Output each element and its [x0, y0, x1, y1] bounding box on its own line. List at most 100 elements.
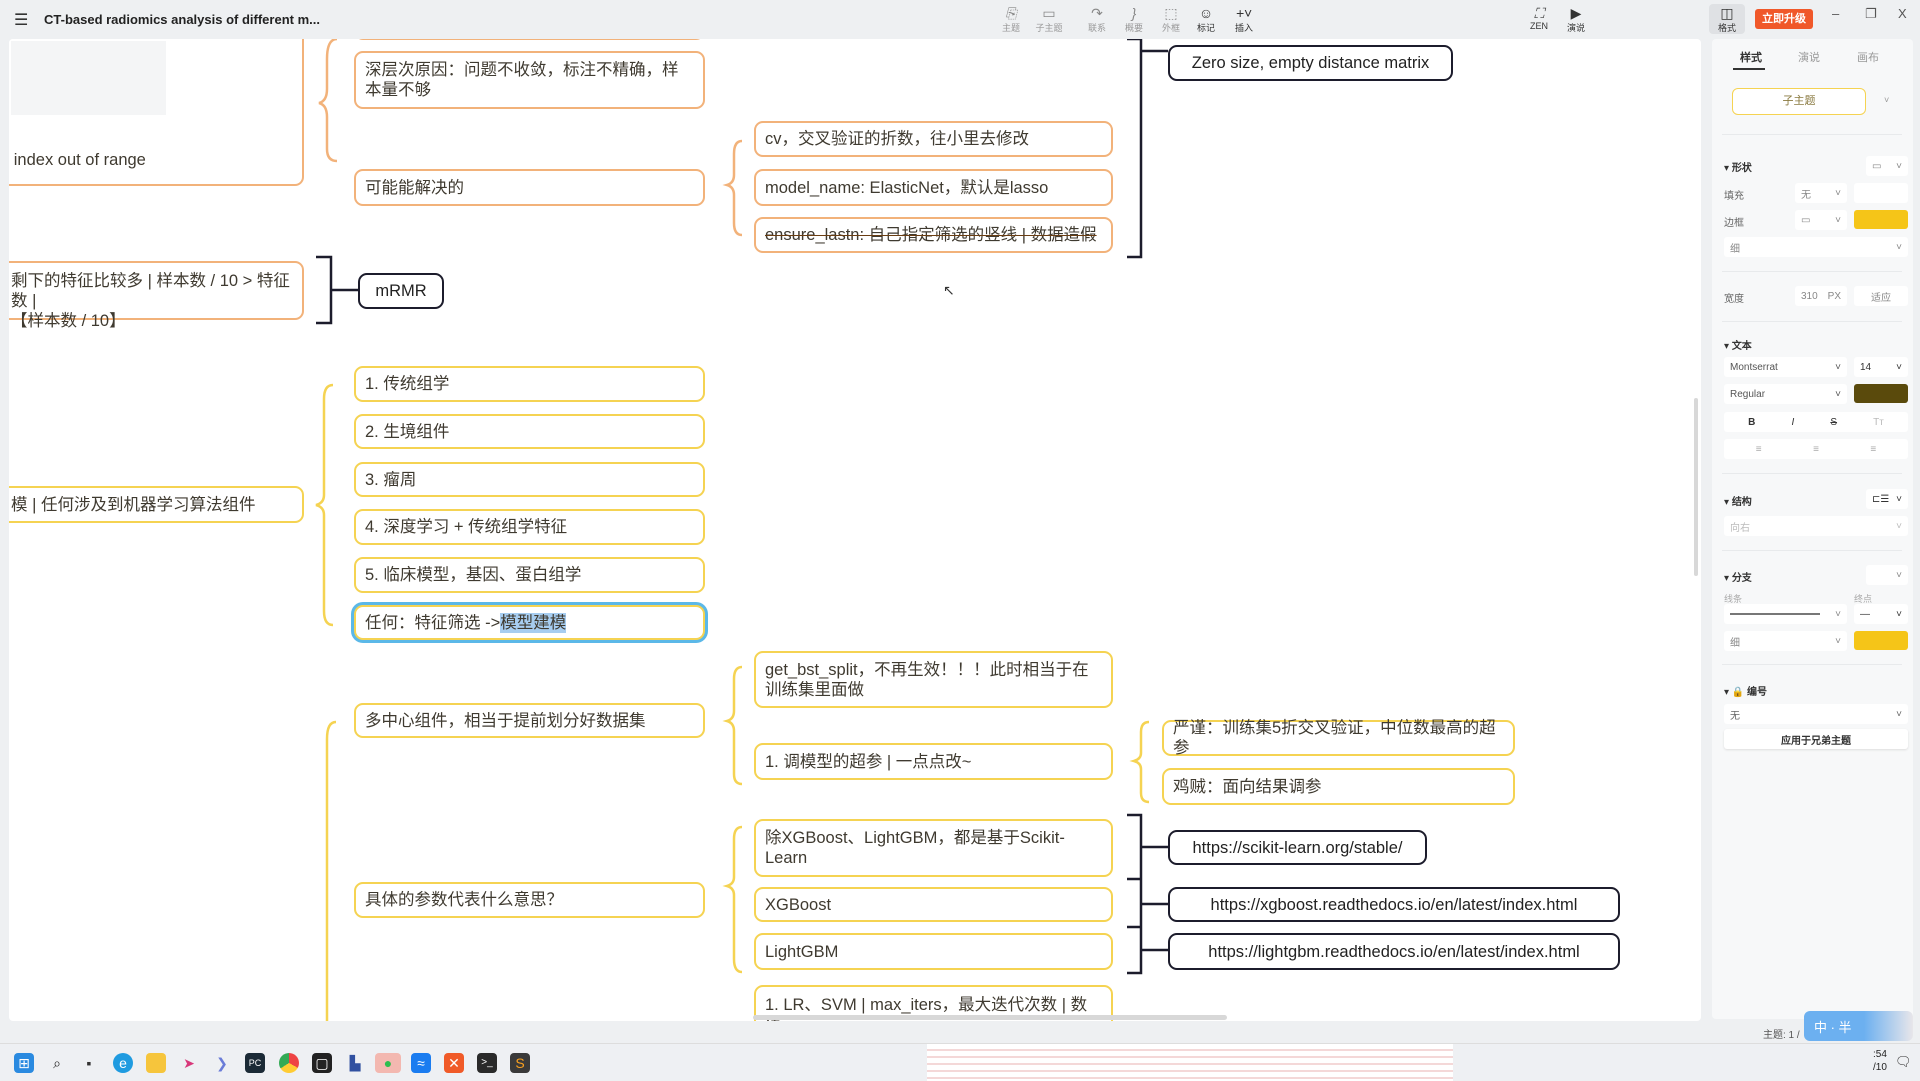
- restore-button[interactable]: ❐: [1865, 6, 1877, 22]
- topic-node-selected[interactable]: 任何：特征筛选 -> 模型建模: [354, 605, 705, 640]
- zen-button[interactable]: ⛶ ZEN: [1521, 6, 1557, 32]
- topic-node-zero-size[interactable]: Zero size, empty distance matrix: [1168, 45, 1453, 81]
- align-left-icon[interactable]: ≡: [1756, 444, 1762, 455]
- toolbar-subtopic-button[interactable]: ▭ 子主题: [1031, 6, 1067, 34]
- link-node-lightgbm[interactable]: https://lightgbm.readthedocs.io/en/lates…: [1168, 933, 1620, 970]
- font-family-select[interactable]: Montserrat ˅: [1724, 357, 1847, 377]
- topic-node-tune[interactable]: 1. 调模型的超参 | 一点点改~: [754, 743, 1113, 780]
- chevron-down-icon[interactable]: ˅: [1884, 95, 1889, 105]
- border-style-select[interactable]: ▭ ˅: [1795, 210, 1847, 230]
- close-button[interactable]: X: [1898, 6, 1907, 21]
- direction-select[interactable]: 向右 ˅: [1724, 516, 1908, 536]
- link-node-xgboost[interactable]: https://xgboost.readthedocs.io/en/latest…: [1168, 887, 1620, 922]
- wechat-icon[interactable]: ●: [375, 1053, 401, 1073]
- topic-node-multicenter[interactable]: 多中心组件，相当于提前划分好数据集: [354, 703, 705, 738]
- lark-icon[interactable]: ≈: [411, 1053, 431, 1073]
- system-clock[interactable]: :54/10: [1873, 1048, 1887, 1074]
- notification-icon[interactable]: 🗨: [1895, 1054, 1912, 1070]
- format-panel-toggle[interactable]: ◫ 格式: [1709, 4, 1745, 34]
- align-center-icon[interactable]: ≡: [1813, 444, 1819, 455]
- branch-thickness-select[interactable]: 细 ˅: [1724, 631, 1847, 651]
- bold-button[interactable]: B: [1748, 417, 1755, 428]
- fill-color-swatch[interactable]: [1854, 183, 1908, 203]
- minimize-button[interactable]: –: [1832, 6, 1839, 21]
- apply-to-siblings-button[interactable]: 应用于兄弟主题: [1724, 729, 1908, 749]
- section-structure[interactable]: ▾ 结构: [1724, 493, 1752, 508]
- tab-style[interactable]: 样式: [1740, 49, 1762, 65]
- section-text[interactable]: ▾ 文本: [1724, 337, 1752, 352]
- pycharm-icon[interactable]: PC: [245, 1053, 265, 1073]
- topic-node-xgboost[interactable]: XGBoost: [754, 887, 1113, 922]
- font-size-select[interactable]: 14 ˅: [1854, 357, 1908, 377]
- topic-node-item-5[interactable]: 5. 临床模型，基因、蛋白组学: [354, 557, 705, 593]
- numbering-select[interactable]: 无 ˅: [1724, 704, 1908, 724]
- tab-canvas[interactable]: 画布: [1857, 49, 1879, 65]
- topic-node-lightgbm[interactable]: LightGBM: [754, 933, 1113, 970]
- ime-widget[interactable]: 中 · 半: [1804, 1011, 1913, 1041]
- font-weight-select[interactable]: Regular ˅: [1724, 384, 1847, 404]
- send-icon[interactable]: ➤: [179, 1053, 199, 1073]
- toolbar-marker-button[interactable]: ☺ 标记: [1188, 6, 1224, 34]
- topic-node-mrmr[interactable]: mRMR: [358, 273, 444, 309]
- topic-style-preview[interactable]: 子主题: [1732, 88, 1866, 115]
- fit-width-button[interactable]: 适应: [1854, 286, 1908, 306]
- line-style-select[interactable]: ˅: [1724, 604, 1847, 624]
- border-color-swatch[interactable]: [1854, 210, 1908, 229]
- strikethrough-button[interactable]: S: [1830, 417, 1837, 428]
- chrome-icon[interactable]: [279, 1053, 299, 1073]
- horizontal-scrollbar[interactable]: [753, 1015, 1227, 1020]
- fill-select[interactable]: 无 ˅: [1795, 183, 1847, 203]
- section-numbering[interactable]: ▾ 🔒 编号: [1724, 683, 1767, 698]
- topic-node-possible[interactable]: 可能能解决的: [354, 169, 705, 206]
- task-view-icon[interactable]: ▪: [79, 1053, 99, 1073]
- toolbar-relation-button[interactable]: ↷ 联系: [1079, 6, 1115, 34]
- vertical-scrollbar[interactable]: [1694, 398, 1698, 576]
- text-color-swatch[interactable]: [1854, 384, 1908, 403]
- branch-color-swatch[interactable]: [1854, 631, 1908, 650]
- remote-desktop-icon[interactable]: ▙: [345, 1053, 365, 1073]
- link-node-sklearn[interactable]: https://scikit-learn.org/stable/: [1168, 830, 1427, 865]
- shape-select[interactable]: ▭ ˅: [1866, 156, 1908, 176]
- border-thickness-select[interactable]: 细 ˅: [1724, 237, 1908, 257]
- toolbar-summary-button[interactable]: } 概要: [1116, 6, 1152, 34]
- search-icon[interactable]: ⌕: [47, 1053, 67, 1073]
- topic-node-cv[interactable]: cv，交叉验证的折数，往小里去修改: [754, 121, 1113, 157]
- terminal-icon[interactable]: >_: [477, 1053, 497, 1073]
- topic-node-model-name[interactable]: model_name: ElasticNet，默认是lasso: [754, 169, 1113, 206]
- topic-node-sly[interactable]: 鸡贼：面向结果调参: [1162, 768, 1515, 805]
- topic-node-strict[interactable]: 严谨：训练集5折交叉验证，中位数最高的超参: [1162, 719, 1515, 757]
- topic-node-item-2[interactable]: 2. 生境组件: [354, 414, 705, 449]
- mindmap-canvas[interactable]: g index out of range 深层次原因：问题不收敛，标注不精确，样…: [9, 39, 1701, 1021]
- topic-node-ml[interactable]: 模 | 任何涉及到机器学习算法组件: [9, 486, 304, 523]
- video-app-icon[interactable]: ▢: [312, 1053, 332, 1073]
- powershell-icon[interactable]: ❯: [212, 1053, 232, 1073]
- topic-node-ensure[interactable]: ensure_lastn: 自己指定筛选的竖线 | 数据造假: [754, 217, 1113, 253]
- start-icon[interactable]: ⊞: [14, 1053, 34, 1073]
- present-button[interactable]: ▶ 演说: [1558, 6, 1594, 34]
- text-case-button[interactable]: Tт: [1873, 417, 1884, 428]
- structure-select[interactable]: ⊏☰ ˅: [1866, 489, 1908, 509]
- file-explorer-icon[interactable]: [146, 1053, 166, 1073]
- topic-node-cut[interactable]: [354, 39, 705, 40]
- topic-node-error[interactable]: g index out of range: [9, 39, 304, 186]
- topic-node-item-1[interactable]: 1. 传统组学: [354, 366, 705, 402]
- topic-node-sklearn[interactable]: 除XGBoost、LightGBM，都是基于Scikit-Learn: [754, 819, 1113, 877]
- toolbar-boundary-button[interactable]: ⬚ 外框: [1153, 6, 1189, 34]
- italic-button[interactable]: I: [1791, 417, 1794, 428]
- edge-icon[interactable]: e: [113, 1053, 133, 1073]
- align-right-icon[interactable]: ≡: [1870, 444, 1876, 455]
- topic-node-item-3[interactable]: 3. 瘤周: [354, 462, 705, 497]
- tab-present[interactable]: 演说: [1798, 49, 1820, 65]
- topic-node-params[interactable]: 具体的参数代表什么意思？: [354, 882, 705, 918]
- upgrade-button[interactable]: 立即升级: [1755, 9, 1813, 29]
- toolbar-topic-button[interactable]: ⎘ 主题: [993, 6, 1029, 34]
- xmind-icon[interactable]: ✕: [444, 1053, 464, 1073]
- topic-node-item-4[interactable]: 4. 深度学习 + 传统组学特征: [354, 509, 705, 545]
- topic-node-features[interactable]: 剩下的特征比较多 | 样本数 / 10 > 特征数 | 【样本数 / 10】: [9, 261, 304, 330]
- line-end-select[interactable]: — ˅: [1854, 604, 1908, 624]
- hamburger-icon[interactable]: ☰: [14, 10, 28, 30]
- branch-style-select[interactable]: ˅: [1866, 565, 1908, 585]
- topic-node-bst-split[interactable]: get_bst_split，不再生效！！！此时相当于在训练集里面做: [754, 651, 1113, 708]
- toolbar-insert-button[interactable]: +˅ 插入: [1226, 6, 1262, 34]
- topic-node-deep-cause[interactable]: 深层次原因：问题不收敛，标注不精确，样本量不够: [354, 51, 705, 109]
